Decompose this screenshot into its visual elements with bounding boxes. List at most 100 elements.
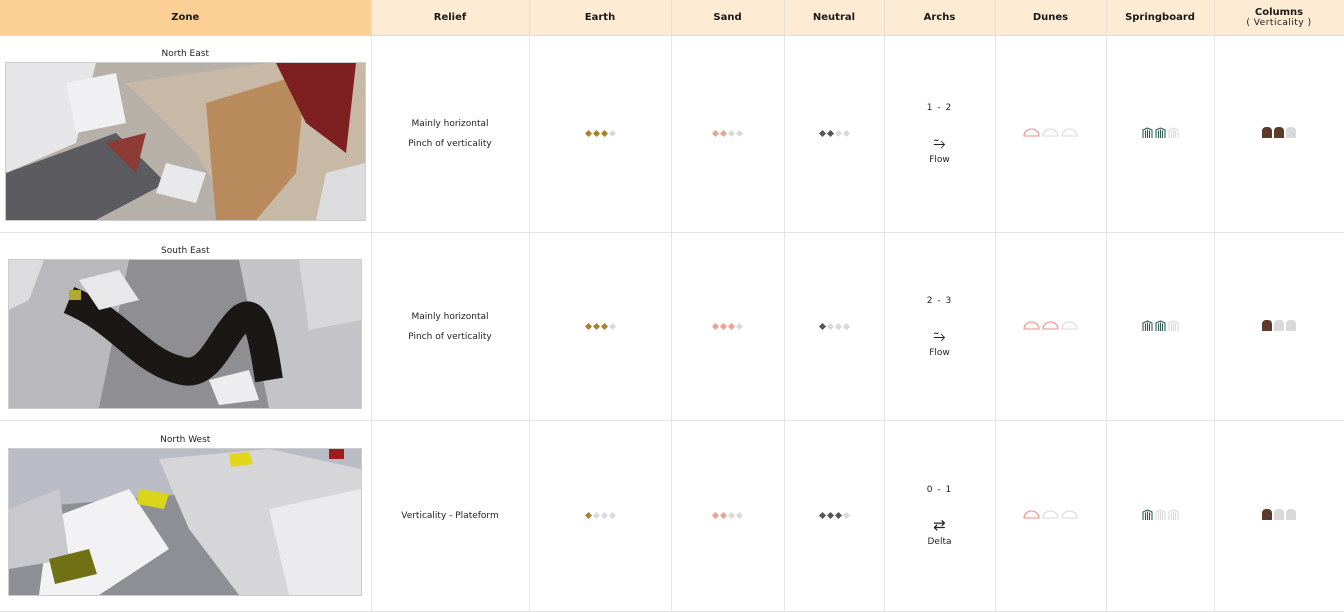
- neutral-diamond-icon: [818, 511, 826, 520]
- zone-comparison-table: Zone Relief Earth Sand Neutral Archs Dun…: [0, 0, 1344, 612]
- earth-rating: [584, 129, 616, 138]
- columns-cell: [1214, 35, 1344, 233]
- neutral-cell: [784, 35, 885, 233]
- sand-rating: [711, 322, 744, 330]
- relief-line: Mainly horizontal: [411, 311, 489, 322]
- sand-cell: [671, 420, 785, 612]
- archs-cell: 2 - 3 ⥲ Flow: [884, 232, 996, 421]
- table-row: South East Mainly horizontal Pinch of ve…: [0, 232, 1344, 421]
- neutral-diamond-icon: [818, 322, 826, 330]
- sand-diamond-icon: [719, 511, 728, 520]
- dune-icon: [1023, 128, 1040, 137]
- archs-range: 2 - 3: [926, 295, 953, 306]
- springboard-icon: [1167, 127, 1179, 138]
- earth-diamond-icon: [608, 129, 616, 138]
- earth-diamond-icon: [584, 511, 592, 520]
- earth-diamond-icon: [600, 511, 608, 520]
- dune-icon: [1061, 321, 1078, 330]
- neutral-diamond-icon: [834, 129, 842, 138]
- sand-diamond-icon: [727, 322, 736, 330]
- sand-rating: [711, 129, 744, 138]
- columns-header-title: Columns: [1254, 6, 1304, 18]
- column-icon: [1286, 509, 1296, 520]
- zone-render-image: [9, 260, 362, 408]
- neutral-rating: [818, 129, 850, 138]
- neutral-diamond-icon: [826, 511, 834, 520]
- column-icon: [1286, 319, 1296, 331]
- dune-icon: [1042, 128, 1059, 137]
- sand-diamond-icon: [711, 511, 720, 520]
- table-row: North East Mainly horizontal Pinch of ve…: [0, 35, 1344, 233]
- columns-rating: [1262, 127, 1296, 138]
- earth-diamond-icon: [584, 129, 592, 138]
- zone-name: North East: [161, 49, 209, 59]
- earth-cell: [529, 420, 672, 612]
- archs-label: Delta: [927, 537, 952, 547]
- flow-arrow-icon: ⥲: [933, 134, 946, 152]
- delta-arrows-icon: ⇄: [933, 516, 946, 534]
- relief-line: Pinch of verticality: [408, 331, 492, 342]
- zone-render-image: [5, 63, 365, 220]
- dunes-rating: [1023, 510, 1078, 519]
- dune-icon: [1061, 128, 1078, 137]
- zone-cell: North West: [0, 420, 372, 612]
- sand-cell: [671, 232, 785, 421]
- archs-label: Flow: [929, 155, 950, 165]
- neutral-diamond-icon: [834, 322, 842, 330]
- dune-icon: [1042, 321, 1059, 330]
- dunes-header: Dunes: [995, 0, 1107, 36]
- earth-rating: [584, 322, 616, 330]
- dunes-cell: [995, 420, 1107, 612]
- springboard-icon: [1154, 319, 1166, 331]
- column-icon: [1286, 127, 1296, 138]
- sand-rating: [711, 511, 744, 520]
- relief-cell: Verticality - Plateform: [371, 420, 530, 612]
- springboard-header: Springboard: [1106, 0, 1215, 36]
- dune-icon: [1061, 510, 1078, 519]
- archs-cell: 1 - 2 ⥲ Flow: [884, 35, 996, 233]
- column-icon: [1274, 319, 1284, 331]
- column-icon: [1262, 319, 1272, 331]
- dune-icon: [1023, 510, 1040, 519]
- earth-header: Earth: [529, 0, 672, 36]
- earth-diamond-icon: [592, 511, 600, 520]
- columns-header-subtitle: ( Verticality ): [1246, 17, 1312, 28]
- zone-cell: North East: [0, 35, 372, 233]
- neutral-diamond-icon: [842, 511, 850, 520]
- springboard-cell: [1106, 420, 1215, 612]
- flow-arrow-icon: ⥲: [933, 326, 946, 345]
- columns-header: Columns ( Verticality ): [1214, 0, 1344, 36]
- neutral-diamond-icon: [826, 322, 834, 330]
- columns-rating: [1262, 319, 1296, 331]
- relief-line: Verticality - Plateform: [401, 511, 499, 521]
- columns-rating: [1262, 509, 1296, 520]
- springboard-icon: [1141, 127, 1153, 138]
- earth-diamond-icon: [608, 511, 616, 520]
- springboard-icon: [1141, 509, 1153, 520]
- sand-diamond-icon: [719, 322, 728, 330]
- columns-cell: [1214, 232, 1344, 421]
- neutral-diamond-icon: [842, 129, 850, 138]
- archs-label: Flow: [929, 347, 950, 358]
- springboard-cell: [1106, 232, 1215, 421]
- sand-cell: [671, 35, 785, 233]
- neutral-cell: [784, 420, 885, 612]
- archs-header: Archs: [884, 0, 996, 36]
- sand-diamond-icon: [711, 129, 720, 138]
- springboard-rating: [1141, 127, 1179, 138]
- dune-icon: [1042, 510, 1059, 519]
- zone-render-image: [9, 449, 362, 595]
- zone-name: South East: [161, 246, 210, 256]
- neutral-diamond-icon: [818, 129, 826, 138]
- neutral-rating: [818, 322, 850, 330]
- relief-line: Mainly horizontal: [411, 119, 489, 129]
- column-icon: [1274, 127, 1284, 138]
- springboard-icon: [1154, 127, 1166, 138]
- springboard-icon: [1167, 509, 1179, 520]
- table-row: North West Verticality - Plateform 0 - 1…: [0, 420, 1344, 612]
- springboard-rating: [1141, 319, 1179, 331]
- neutral-cell: [784, 232, 885, 421]
- columns-cell: [1214, 420, 1344, 612]
- column-icon: [1262, 127, 1272, 138]
- neutral-header: Neutral: [784, 0, 885, 36]
